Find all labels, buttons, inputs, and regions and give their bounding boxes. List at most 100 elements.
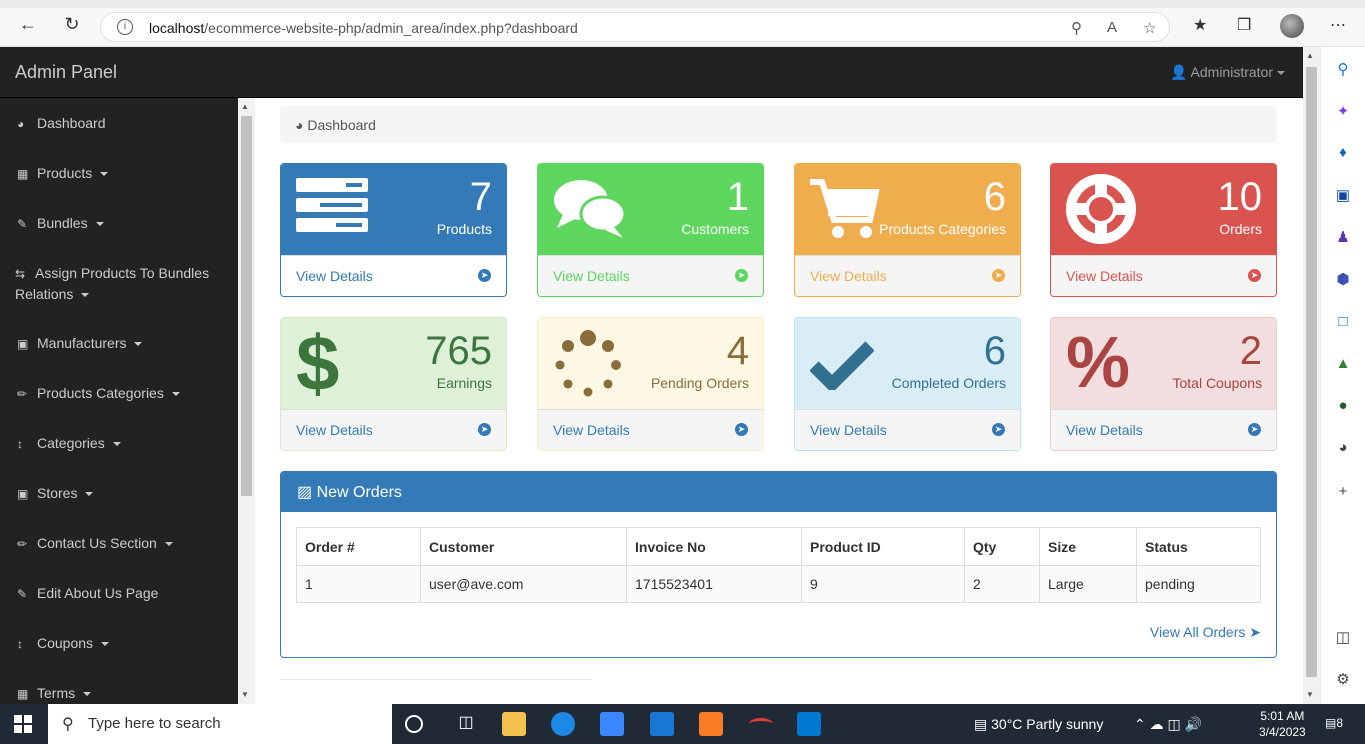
sidebar-item-assign-products[interactable]: ⇆ Assign Products To Bundles Relations — [0, 263, 238, 304]
shazam-icon[interactable]: ● — [1334, 397, 1352, 415]
cc-icon[interactable]: ◕ — [1334, 439, 1352, 457]
orders-table: Order # Customer Invoice No Product ID Q… — [296, 527, 1261, 603]
profile-avatar[interactable] — [1280, 14, 1304, 38]
view-details-link[interactable]: View Details ➤ — [281, 409, 506, 450]
shopping-tag-icon[interactable]: ♦ — [1334, 144, 1352, 162]
weather-widget[interactable]: ▤ 30°C Partly sunny — [974, 716, 1103, 733]
panel-value: 6 — [983, 175, 1006, 219]
tray-icons[interactable]: ⌃ ☁ ◫ 🔊 — [1134, 716, 1202, 733]
scroll-down-icon[interactable]: ▼ — [241, 690, 249, 699]
sidebar-item-products-categories[interactable]: ✏ Products Categories — [0, 383, 238, 404]
windows-start-icon[interactable] — [14, 715, 32, 733]
search-icon[interactable]: ⚲ — [1334, 61, 1352, 79]
scrollbar-thumb[interactable] — [241, 116, 252, 496]
arrows-v-icon: ↕ — [17, 437, 23, 451]
sidebar-item-label: Categories — [37, 435, 105, 451]
tools-icon[interactable]: ▣ — [1334, 187, 1352, 205]
view-details-label: View Details — [1066, 268, 1143, 284]
cortana-icon[interactable] — [405, 715, 423, 733]
favorites-icon[interactable]: ★ — [1193, 15, 1207, 35]
table-cell: Large — [1039, 565, 1137, 603]
sidebar-item-dashboard[interactable]: ◕ Dashboard — [0, 113, 238, 134]
spinner-icon — [555, 330, 621, 397]
brand-title[interactable]: Admin Panel — [15, 62, 117, 83]
sidebar-item-label: Products Categories — [37, 385, 164, 401]
main-content: ◕ Dashboard 7 Products View Details ➤ 1 C… — [255, 98, 1303, 704]
sidebar-toggle-icon[interactable]: ◫ — [1334, 629, 1352, 647]
mail-icon[interactable] — [650, 712, 674, 736]
outlook-icon[interactable]: □ — [1334, 313, 1352, 331]
sidebar-item-bundles[interactable]: ✎ Bundles — [0, 213, 238, 234]
office-icon[interactable]: ⬢ — [1334, 271, 1352, 289]
gauge-app-icon[interactable] — [749, 718, 773, 730]
arrow-circle-right-icon: ➤ — [478, 423, 491, 436]
clock-time: 5:01 AM — [1260, 709, 1305, 723]
notification-center[interactable]: ▤8 — [1325, 716, 1343, 730]
vscode-icon[interactable] — [797, 712, 821, 736]
panel-value: 7 — [469, 175, 492, 219]
money-icon: ▨ — [297, 484, 313, 501]
sidebar-item-label: Products — [37, 165, 93, 181]
scroll-down-icon[interactable]: ▼ — [1306, 690, 1314, 699]
view-details-link[interactable]: View Details ➤ — [1051, 409, 1276, 450]
collections-icon[interactable]: ❐ — [1237, 15, 1251, 35]
view-all-orders-link[interactable]: View All Orders ➤ — [1150, 624, 1261, 641]
scroll-up-icon[interactable]: ▲ — [1306, 51, 1314, 60]
view-details-link[interactable]: View Details ➤ — [538, 409, 763, 450]
view-details-link[interactable]: View Details ➤ — [1051, 255, 1276, 296]
xampp-icon[interactable] — [699, 712, 723, 736]
scrollbar-thumb[interactable] — [1306, 67, 1317, 677]
settings-icon[interactable]: ⚙ — [1334, 671, 1352, 689]
add-icon[interactable]: + — [1334, 483, 1352, 501]
edge-icon[interactable] — [551, 712, 575, 736]
sidebar-item-categories[interactable]: ↕ Categories — [0, 433, 238, 454]
sidebar-item-manufacturers[interactable]: ▣ Manufacturers — [0, 333, 238, 354]
view-details-link[interactable]: View Details ➤ — [538, 255, 763, 296]
info-icon[interactable]: i — [117, 19, 133, 35]
clock[interactable]: 5:01 AM 3/4/2023 — [1259, 708, 1306, 740]
sidebar-item-terms[interactable]: ▦ Terms — [0, 683, 238, 704]
url-text[interactable]: localhost/ecommerce-website-php/admin_ar… — [149, 20, 578, 36]
taskbar: ⚲ Type here to search ◫ ▤ 30°C Partly sun… — [0, 704, 1365, 744]
address-bar[interactable]: i localhost/ecommerce-website-php/admin_… — [100, 12, 1170, 42]
view-details-label: View Details — [553, 268, 630, 284]
view-details-link[interactable]: View Details ➤ — [281, 255, 506, 296]
games-icon[interactable]: ♟ — [1334, 229, 1352, 247]
view-details-link[interactable]: View Details ➤ — [795, 255, 1020, 296]
view-details-label: View Details — [1066, 422, 1143, 438]
sidebar-item-contact-us[interactable]: ✏ Contact Us Section — [0, 533, 238, 554]
sidebar-item-label: Relations — [15, 286, 74, 302]
column-header: Invoice No — [626, 527, 802, 566]
view-details-label: View Details — [553, 422, 630, 438]
read-aloud-icon[interactable]: A — [1107, 19, 1117, 36]
refresh-icon[interactable]: ↻ — [62, 14, 82, 34]
sidebar-item-coupons[interactable]: ↕ Coupons — [0, 633, 238, 654]
sidebar-item-products[interactable]: ▦ Products — [0, 163, 238, 184]
taskbar-search[interactable]: ⚲ Type here to search — [48, 704, 392, 744]
pencil-icon: ✏ — [17, 537, 28, 551]
briefcase-icon: ▣ — [17, 487, 29, 501]
key-icon[interactable]: ⚲ — [1071, 19, 1082, 37]
sidebar-item-about-us[interactable]: ✎ Edit About Us Page — [0, 583, 238, 604]
panel-label: Total Coupons — [1172, 375, 1262, 391]
arrow-circle-right-icon: ➤ — [992, 423, 1005, 436]
store-icon[interactable] — [600, 712, 624, 736]
sidebar-item-label: Edit About Us Page — [37, 585, 159, 601]
user-menu[interactable]: 👤 Administrator — [1170, 64, 1285, 81]
tree-icon[interactable]: ▲ — [1334, 355, 1352, 373]
breadcrumb-label: Dashboard — [307, 117, 376, 133]
dashboard-icon: ◕ — [295, 117, 304, 133]
file-explorer-icon[interactable] — [502, 712, 526, 736]
more-icon[interactable]: ⋯ — [1330, 15, 1346, 35]
favorite-add-icon[interactable]: ☆ — [1143, 19, 1156, 37]
scroll-up-icon[interactable]: ▲ — [241, 102, 249, 111]
copilot-icon[interactable]: ✦ — [1334, 103, 1352, 121]
back-icon[interactable]: ← — [18, 14, 38, 34]
sidebar-scrollbar[interactable]: ▲ ▼ — [238, 98, 255, 704]
panel-total-coupons: % 2 Total Coupons View Details ➤ — [1050, 317, 1277, 451]
page-scrollbar[interactable]: ▲ ▼ — [1303, 47, 1320, 704]
panel-value: 2 — [1239, 329, 1262, 373]
view-details-link[interactable]: View Details ➤ — [795, 409, 1020, 450]
task-view-icon[interactable]: ◫ — [454, 712, 478, 736]
sidebar-item-stores[interactable]: ▣ Stores — [0, 483, 238, 504]
